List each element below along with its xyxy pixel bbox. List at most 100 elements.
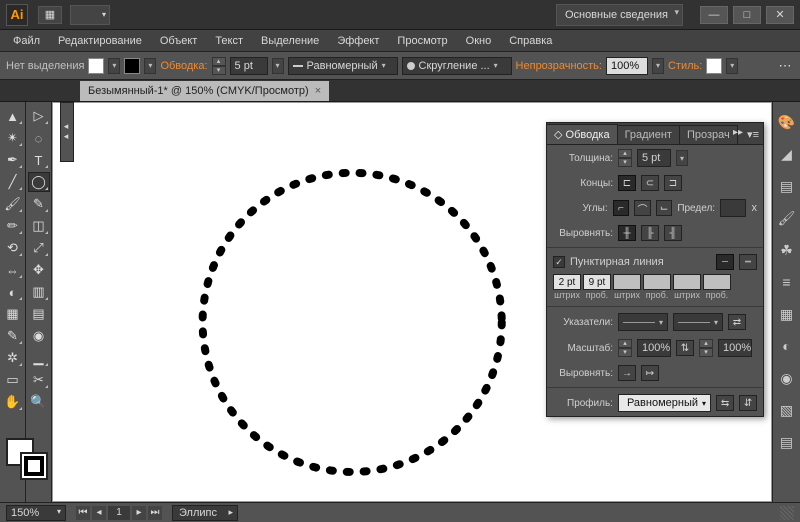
mesh-tool[interactable]: ▦ — [2, 304, 24, 324]
brush-select[interactable]: Скругление ...▾ — [402, 57, 512, 75]
menu-view[interactable]: Просмотр — [388, 35, 456, 47]
close-button[interactable]: ✕ — [766, 6, 794, 24]
opacity-label[interactable]: Непрозрачность: — [516, 60, 602, 72]
opacity-field[interactable]: 100% — [606, 57, 648, 75]
arrow-start-select[interactable]: ▾ — [618, 313, 668, 331]
menu-effect[interactable]: Эффект — [328, 35, 388, 47]
dash-2[interactable] — [613, 274, 641, 290]
max-button[interactable]: □ — [733, 6, 761, 24]
menu-window[interactable]: Окно — [457, 35, 501, 47]
arrow-swap-icon[interactable]: ⇄ — [728, 314, 746, 330]
stroke-profile-select[interactable]: Равномерный▾ — [288, 57, 398, 75]
shape-builder-tool[interactable]: ◐ — [2, 282, 24, 302]
first-artboard[interactable]: ⏮ — [76, 506, 90, 520]
join-round[interactable]: ⌒ — [634, 200, 651, 216]
brushes-panel-icon[interactable]: 🖌 — [777, 208, 797, 228]
bridge-icon[interactable]: ▦ — [38, 6, 62, 24]
pen-tool[interactable]: ✒ — [2, 150, 24, 170]
color-panel-icon[interactable]: 🎨 — [777, 112, 797, 132]
stroke-stepper[interactable]: ▴▾ — [212, 57, 226, 75]
stroke-dropdown[interactable]: ▾ — [144, 58, 156, 74]
min-button[interactable]: — — [700, 6, 728, 24]
direct-selection-tool[interactable]: ▷ — [28, 106, 50, 126]
dash-align[interactable]: ┅ — [739, 254, 757, 270]
slice-tool[interactable]: ✂ — [28, 370, 50, 390]
layers-panel-icon[interactable]: ▤ — [777, 432, 797, 452]
gap-3[interactable] — [703, 274, 731, 290]
line-tool[interactable]: ╱ — [2, 172, 24, 192]
zoom-tool[interactable]: 🔍 — [28, 392, 50, 412]
swatches-panel-icon[interactable]: ▤ — [777, 176, 797, 196]
eraser-tool[interactable]: ◫ — [28, 216, 50, 236]
tab-close-icon[interactable]: × — [315, 85, 321, 97]
lasso-tool[interactable]: ◌ — [28, 128, 50, 148]
doc-arrange-dropdown[interactable]: ▾ — [70, 5, 110, 25]
type-tool[interactable]: T — [28, 150, 50, 170]
stroke-weight-dropdown[interactable]: ▾ — [272, 58, 284, 74]
profile-select[interactable]: Равномерный ▾ — [618, 394, 711, 412]
panel-collapse-icon[interactable]: ▸▸ — [733, 127, 743, 138]
tools-collapse-toggle[interactable]: ◂◂ — [60, 102, 74, 162]
column-graph-tool[interactable]: ▁ — [28, 348, 50, 368]
status-tool[interactable]: Эллипс — [172, 505, 238, 521]
width-tool[interactable]: ⇔ — [2, 260, 24, 280]
stroke-weight-field[interactable]: 5 pt — [230, 57, 268, 75]
menu-object[interactable]: Объект — [151, 35, 206, 47]
artboard-number[interactable]: 1 — [108, 506, 130, 520]
arrow-align-extend[interactable]: → — [618, 365, 636, 381]
paintbrush-tool[interactable]: 🖌 — [2, 194, 24, 214]
gradient-tool[interactable]: ▤ — [28, 304, 50, 324]
menu-help[interactable]: Справка — [500, 35, 561, 47]
fill-stroke-proxy[interactable] — [4, 432, 50, 482]
hand-tool[interactable]: ✋ — [2, 392, 24, 412]
gradient-panel-icon[interactable]: ▦ — [777, 304, 797, 324]
align-inside[interactable]: ╟ — [641, 225, 659, 241]
tab-stroke[interactable]: ◇ Обводка — [547, 124, 618, 144]
cap-round[interactable]: ⊂ — [641, 175, 659, 191]
transparency-panel-icon[interactable]: ◐ — [777, 336, 797, 356]
pencil-tool[interactable]: ✎ — [28, 194, 50, 214]
weight-dropdown[interactable]: ▾ — [676, 150, 688, 166]
tab-transparency[interactable]: Прозрач — [680, 125, 738, 144]
gap-1[interactable]: 9 pt — [583, 274, 611, 290]
join-bevel[interactable]: ⌙ — [656, 200, 673, 216]
align-center[interactable]: ╫ — [618, 225, 636, 241]
fill-dropdown[interactable]: ▾ — [108, 58, 120, 74]
arrow-align-tip[interactable]: ↦ — [641, 365, 659, 381]
profile-flip-y-icon[interactable]: ⇵ — [739, 395, 757, 411]
scale-a-stepper[interactable]: ▴▾ — [618, 339, 632, 357]
align-outside[interactable]: ╢ — [664, 225, 682, 241]
stroke-panel-icon[interactable]: ≡ — [777, 272, 797, 292]
rotate-tool[interactable]: ⟲ — [2, 238, 24, 258]
eyedropper-tool[interactable]: ✎ — [2, 326, 24, 346]
workspace-select[interactable]: Основные сведения — [556, 4, 683, 26]
symbols-panel-icon[interactable]: ☘ — [777, 240, 797, 260]
weight-field[interactable]: 5 pt — [637, 149, 671, 167]
panel-toggle-icon[interactable]: ⋯ — [776, 57, 794, 75]
stroke-label[interactable]: Обводка: — [160, 60, 207, 72]
scale-b-field[interactable]: 100% — [718, 339, 752, 357]
blend-tool[interactable]: ◉ — [28, 326, 50, 346]
menu-edit[interactable]: Редактирование — [49, 35, 151, 47]
appearance-panel-icon[interactable]: ◉ — [777, 368, 797, 388]
cap-projecting[interactable]: ⊐ — [664, 175, 682, 191]
tab-gradient[interactable]: Градиент — [618, 125, 680, 144]
panel-menu-icon[interactable]: ▾≡ — [747, 128, 759, 141]
menu-select[interactable]: Выделение — [252, 35, 328, 47]
perspective-grid-tool[interactable]: ▥ — [28, 282, 50, 302]
next-artboard[interactable]: ▸ — [132, 506, 146, 520]
opacity-dropdown[interactable]: ▾ — [652, 58, 664, 74]
document-tab[interactable]: Безымянный-1* @ 150% (CMYK/Просмотр) × — [80, 81, 329, 101]
stroke-proxy[interactable] — [20, 452, 48, 480]
stroke-swatch[interactable] — [124, 58, 140, 74]
magic-wand-tool[interactable]: ✴ — [2, 128, 24, 148]
profile-flip-x-icon[interactable]: ⇆ — [716, 395, 734, 411]
style-swatch[interactable] — [706, 58, 722, 74]
limit-field[interactable] — [720, 199, 746, 217]
dash-3[interactable] — [673, 274, 701, 290]
scale-link-icon[interactable]: ⇅ — [676, 340, 694, 356]
artboard-tool[interactable]: ▭ — [2, 370, 24, 390]
graphic-styles-panel-icon[interactable]: ▧ — [777, 400, 797, 420]
symbol-sprayer-tool[interactable]: ✲ — [2, 348, 24, 368]
scale-b-stepper[interactable]: ▴▾ — [699, 339, 713, 357]
